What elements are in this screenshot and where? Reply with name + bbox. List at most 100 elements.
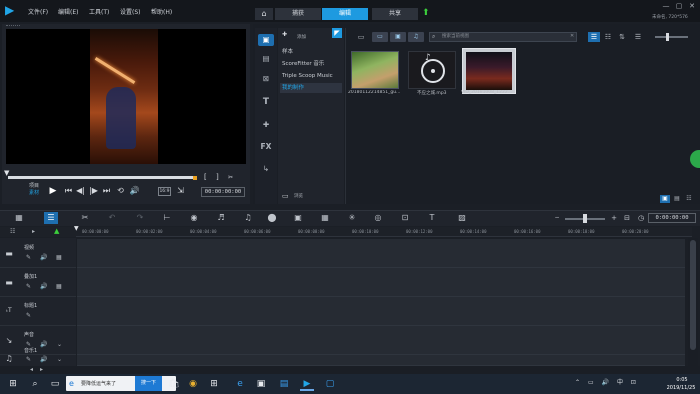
track-options-icon[interactable]: ▦ [56, 283, 62, 290]
repeat-icon[interactable]: ⟲ [115, 186, 126, 196]
mark-in-button[interactable]: [ [204, 173, 207, 181]
chrome-icon[interactable]: ◉ [186, 377, 200, 391]
ripple-editing-icon[interactable]: ▲ [54, 227, 59, 235]
split-screen-icon[interactable]: ▨ [455, 212, 469, 224]
motion-tracking-icon[interactable]: ⬤ [265, 212, 279, 224]
show-video-icon[interactable]: ▭ [372, 32, 388, 42]
media-thumb-3[interactable] [462, 48, 516, 94]
thumb-size-knob[interactable] [666, 33, 669, 41]
duration-clock-icon[interactable]: ◷ [634, 212, 648, 224]
undo-icon[interactable]: ↶ [105, 212, 119, 224]
mode-project[interactable]: 项目 [29, 183, 39, 190]
track-options-icon[interactable]: ▦ [56, 254, 62, 261]
timeline-timecode[interactable]: 0:00:00:00 [648, 213, 696, 223]
track-lane-title[interactable] [77, 297, 685, 326]
preview-timecode[interactable]: 00:00:00:00 [201, 187, 245, 197]
tray-expand-icon[interactable]: ⌃ [575, 379, 580, 386]
pan-zoom-icon[interactable]: ⊡ [398, 212, 412, 224]
app-window-icon[interactable]: ▢ [323, 377, 337, 391]
mute-icon[interactable]: 🔊 [40, 283, 47, 290]
track-lane-overlay[interactable] [77, 268, 685, 297]
library-view-detail-icon[interactable]: ☷ [684, 195, 694, 203]
edit-icon[interactable]: ✎ [26, 283, 31, 290]
thumb-size-slider[interactable] [655, 36, 688, 38]
taskbar-search-button[interactable]: 搜一下 [135, 376, 162, 391]
mute-icon[interactable]: 🔊 [40, 254, 47, 261]
folder-scorefitter[interactable]: ScoreFitter 音乐 [280, 59, 342, 69]
menu-edit[interactable]: 编辑(E) [58, 7, 78, 16]
aspect-ratio-button[interactable]: 16:9 [158, 187, 171, 196]
add-folder-label[interactable]: 添加 [297, 34, 306, 40]
store-icon[interactable]: 🛍 [167, 377, 181, 391]
split-clip-icon[interactable]: ✂ [228, 174, 233, 181]
prev-frame-icon[interactable]: ◀| [75, 186, 86, 196]
ime-mode-icon[interactable]: ⊡ [631, 379, 636, 386]
mute-icon[interactable]: 🔊 [40, 356, 47, 363]
end-icon[interactable]: ⏭ [101, 186, 112, 196]
sort-icon[interactable]: ⇅ [616, 32, 628, 42]
3d-title-icon[interactable]: T [425, 212, 439, 224]
multi-camera-icon[interactable]: ▦ [318, 212, 332, 224]
ime-indicator[interactable]: 中 [617, 379, 623, 386]
title-icon[interactable]: T [258, 96, 274, 108]
options-icon[interactable]: ☰ [632, 32, 644, 42]
edit-icon[interactable]: ✎ [26, 356, 31, 363]
mark-out-button[interactable]: ] [216, 173, 219, 181]
zoom-knob[interactable] [583, 214, 587, 223]
expand-icon[interactable]: ⌄ [57, 356, 62, 363]
trim-marker-end[interactable] [193, 176, 197, 180]
timeline-hscroll[interactable]: ◂ ▸ [0, 366, 700, 374]
tab-share[interactable]: 共享 [372, 8, 418, 20]
playhead-icon[interactable]: ▼ [74, 226, 79, 232]
track-lane-video[interactable] [77, 239, 685, 268]
path-icon[interactable]: ↳ [258, 163, 274, 175]
play-button[interactable]: ▶ [46, 186, 60, 197]
media-library-icon[interactable]: ▣ [258, 34, 274, 46]
next-frame-icon[interactable]: |▶ [88, 186, 99, 196]
detail-view-icon[interactable]: ☷ [602, 32, 614, 42]
home-tab-icon[interactable]: ⌂ [255, 8, 273, 20]
show-audio-icon[interactable]: ♫ [408, 32, 424, 42]
mode-clip[interactable]: 素材 [29, 190, 39, 197]
auto-music-icon[interactable]: ♫ [241, 212, 255, 224]
network-icon[interactable]: ▭ [588, 379, 594, 386]
menu-help[interactable]: 帮助(H) [151, 7, 172, 16]
list-view-icon[interactable]: ☰ [588, 32, 600, 42]
transition-icon[interactable]: ⊠ [258, 73, 274, 85]
home-icon[interactable]: ⏮ [63, 186, 74, 196]
menu-tools[interactable]: 工具(T) [89, 7, 109, 16]
redo-icon[interactable]: ↷ [133, 212, 147, 224]
windows-apps-icon[interactable]: ⊞ [207, 377, 221, 391]
media-thumb-2[interactable]: ♪ [408, 51, 456, 89]
library-view-list-icon[interactable]: ▤ [672, 195, 682, 203]
folder-my-projects[interactable]: 我的制作 [280, 83, 342, 93]
subtitle-editor-icon[interactable]: ▣ [291, 212, 305, 224]
edit-icon[interactable]: ✎ [26, 254, 31, 261]
timeline-view-icon[interactable]: ☰ [44, 212, 58, 224]
tools-icon[interactable]: ✂ [78, 212, 92, 224]
record-capture-icon[interactable]: ◉ [187, 212, 201, 224]
search-icon[interactable]: ⌕ [28, 377, 42, 391]
scrub-handle-icon[interactable]: ▼ [4, 170, 10, 177]
tab-capture[interactable]: 捕获 [275, 8, 321, 20]
fit-project-icon[interactable]: ⊟ [620, 212, 634, 224]
browse-button[interactable]: 浏览 [294, 193, 303, 199]
fx-filter-icon[interactable]: FX [258, 141, 274, 153]
folder-samples[interactable]: 样本 [280, 47, 342, 57]
scroll-right-icon[interactable]: ▸ [40, 366, 43, 373]
track-manager-icon[interactable]: ☷ [10, 228, 15, 235]
volume-tray-icon[interactable]: 🔊 [602, 379, 609, 386]
timeline-ruler[interactable] [76, 227, 692, 237]
scroll-left-icon[interactable]: ◂ [30, 366, 33, 373]
videostudio-taskbar-icon[interactable]: ▶ [300, 377, 314, 391]
close-icon[interactable]: ✕ [687, 2, 697, 10]
library-view-thumb-icon[interactable]: ▣ [660, 195, 670, 203]
edit-icon[interactable]: ✎ [26, 312, 31, 319]
maximize-icon[interactable]: ▢ [674, 2, 684, 10]
browse-folder-icon[interactable]: ▭ [282, 192, 289, 200]
add-folder-icon[interactable]: ✚ [282, 31, 287, 38]
sound-mixer-icon[interactable]: ♬ [214, 212, 228, 224]
track-lane-music[interactable] [77, 355, 685, 366]
preview-mode-switch[interactable]: 项目 素材 [29, 183, 39, 197]
scrub-bar[interactable] [8, 176, 196, 179]
